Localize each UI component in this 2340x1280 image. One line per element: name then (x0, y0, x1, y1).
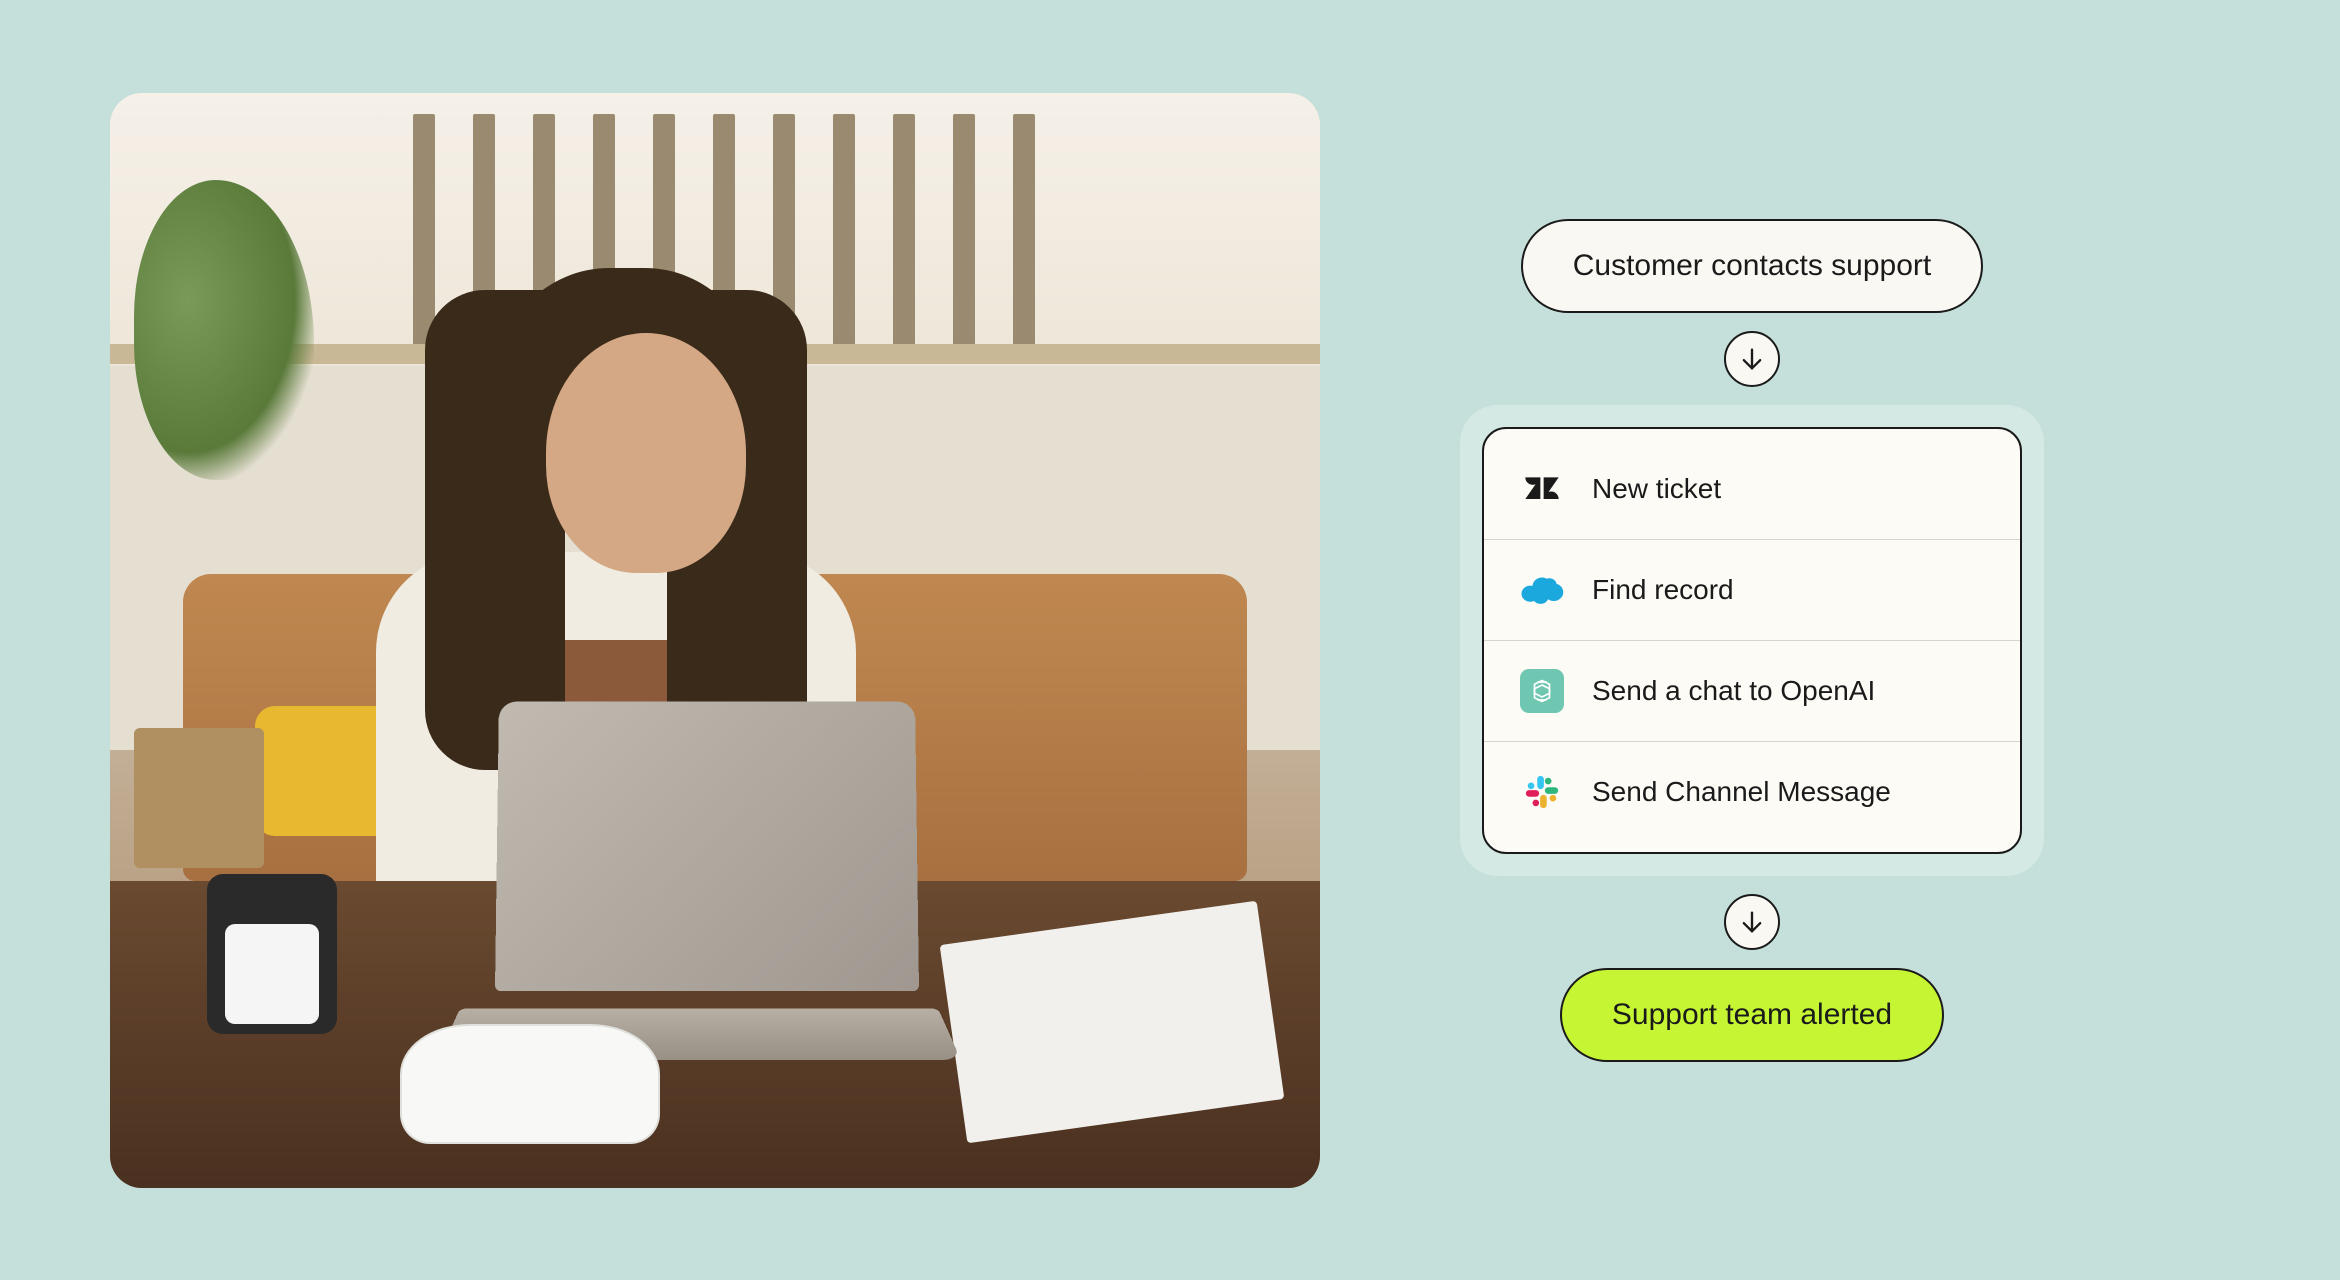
result-label: Support team alerted (1612, 998, 1892, 1031)
step-label: New ticket (1592, 473, 1721, 505)
salesforce-icon (1520, 568, 1564, 612)
step-label: Find record (1592, 574, 1734, 606)
scene-laptop-screen (495, 702, 919, 992)
hero-photo (110, 93, 1320, 1188)
arrow-down-icon (1724, 331, 1780, 387)
scene-side-table (134, 728, 264, 868)
arrow-down-icon (1724, 894, 1780, 950)
workflow-step: New ticket (1484, 439, 2020, 540)
zendesk-icon (1520, 467, 1564, 511)
scene-person-head (546, 333, 746, 573)
workflow-trigger-pill: Customer contacts support (1521, 219, 1984, 313)
slack-icon (1520, 770, 1564, 814)
workflow-step: Find record (1484, 540, 2020, 641)
openai-icon (1520, 669, 1564, 713)
workflow-steps-container: New ticket Find record (1460, 405, 2044, 876)
workflow-step: Send a chat to OpenAI (1484, 641, 2020, 742)
scene-phone-stand (207, 874, 337, 1034)
workflow-step: Send Channel Message (1484, 742, 2020, 842)
scene-face-mask (400, 1024, 660, 1144)
page-container: Customer contacts support (0, 0, 2340, 1280)
workflow-steps-card: New ticket Find record (1482, 427, 2022, 854)
step-label: Send Channel Message (1592, 776, 1891, 808)
workflow-diagram: Customer contacts support (1460, 219, 2044, 1062)
workflow-result-pill: Support team alerted (1560, 968, 1944, 1062)
photo-scene (110, 93, 1320, 1188)
step-label: Send a chat to OpenAI (1592, 675, 1875, 707)
trigger-label: Customer contacts support (1573, 249, 1932, 282)
